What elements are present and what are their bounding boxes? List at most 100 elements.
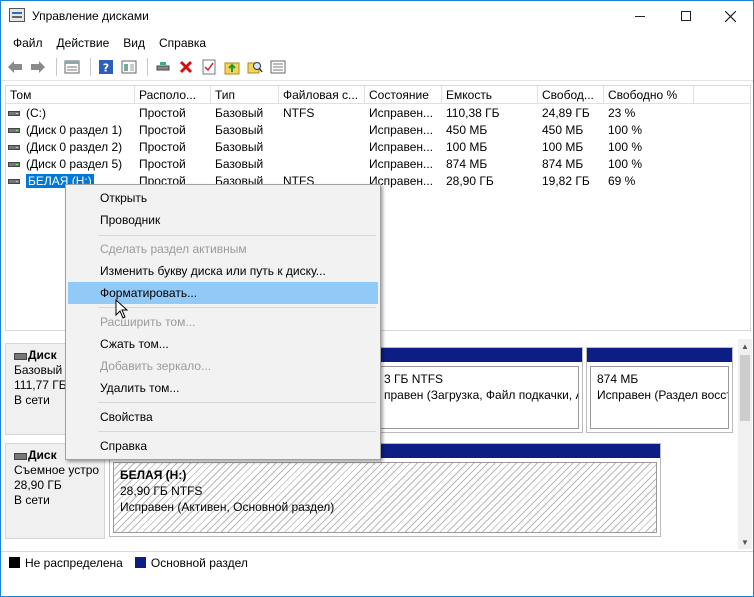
menu-item-open[interactable]: Открыть	[68, 187, 378, 209]
menu-view[interactable]: Вид	[116, 34, 152, 52]
menu-separator	[98, 307, 376, 308]
cell-status: Исправен...	[369, 140, 434, 154]
list-button[interactable]	[268, 57, 288, 77]
disk-1-size: 28,90 ГБ	[14, 478, 62, 492]
forward-button[interactable]	[28, 57, 48, 77]
view-button[interactable]	[119, 57, 139, 77]
column-header-status[interactable]: Состояние	[365, 86, 442, 104]
volume-icon	[8, 111, 20, 116]
cell-free-percent: 100 %	[608, 140, 643, 154]
disk-0-partition-5[interactable]: 874 МБ Исправен (Раздел восст	[586, 347, 733, 433]
disk-management-window: Управление дисками Файл Действие Вид Спр…	[0, 0, 754, 597]
cell-filesystem: NTFS	[283, 106, 315, 120]
menu-item-properties[interactable]: Свойства	[68, 406, 378, 428]
cell-layout: Простой	[139, 123, 186, 137]
maximize-button[interactable]	[663, 1, 709, 31]
toolbar: ?	[1, 54, 753, 81]
cell-type: Базовый	[215, 106, 264, 120]
partition-header-bar	[587, 348, 732, 362]
menu-file[interactable]: Файл	[6, 34, 50, 52]
legend-unallocated: Не распределена	[25, 555, 123, 570]
checklist-icon	[202, 59, 216, 75]
forward-arrow-icon	[31, 61, 45, 73]
cell-filesystem	[279, 122, 365, 139]
cell-type: Базовый	[215, 157, 264, 171]
column-header-type[interactable]: Тип	[211, 86, 279, 104]
column-header-layout[interactable]: Располо...	[135, 86, 211, 104]
volume-context-menu: Открыть Проводник Сделать раздел активны…	[65, 184, 381, 460]
cell-type: Базовый	[215, 123, 264, 137]
checklist-button[interactable]	[199, 57, 219, 77]
volume-icon	[8, 145, 20, 150]
menu-separator	[98, 402, 376, 403]
help-button[interactable]: ?	[96, 57, 116, 77]
scroll-down-button[interactable]: ▼	[738, 535, 752, 549]
title-bar: Управление дисками	[1, 1, 753, 31]
chevron-up-icon: ▲	[741, 341, 749, 351]
menu-action[interactable]: Действие	[50, 34, 117, 52]
volume-list-header: Том Располо... Тип Файловая с... Состоян…	[6, 86, 750, 104]
back-button[interactable]	[5, 57, 25, 77]
column-header-filesystem[interactable]: Файловая с...	[279, 86, 365, 104]
cell-free: 874 МБ	[542, 157, 584, 171]
list-icon	[270, 60, 286, 74]
partition-size: 3 ГБ NTFS	[384, 372, 444, 386]
minimize-button[interactable]	[617, 1, 663, 31]
table-row[interactable]: (Диск 0 раздел 2) Простой Базовый Исправ…	[6, 139, 750, 156]
column-header-volume[interactable]: Том	[6, 86, 135, 104]
cell-capacity: 110,38 ГБ	[446, 106, 500, 120]
partition-status: Исправен (Активен, Основной раздел)	[120, 500, 335, 514]
cell-capacity: 450 МБ	[446, 123, 488, 137]
column-header-capacity[interactable]: Емкость	[442, 86, 538, 104]
menu-separator	[98, 431, 376, 432]
cell-free-percent: 69 %	[608, 174, 636, 188]
cell-layout: Простой	[139, 140, 186, 154]
legend-primary-partition: Основной раздел	[150, 555, 248, 570]
menu-item-explorer[interactable]: Проводник	[68, 209, 378, 231]
menu-help[interactable]: Справка	[152, 34, 213, 52]
properties-button[interactable]	[62, 57, 82, 77]
partition-details-selected: БЕЛАЯ (H:) 28,90 ГБ NTFS Исправен (Актив…	[113, 462, 657, 533]
close-button[interactable]	[707, 1, 753, 31]
unallocated-swatch	[9, 557, 20, 568]
cell-volume: (Диск 0 раздел 1)	[26, 123, 123, 137]
partition-status: Исправен (Раздел восст	[597, 388, 729, 402]
cell-volume: (Диск 0 раздел 2)	[26, 140, 123, 154]
toolbar-separator	[90, 58, 91, 76]
cell-status: Исправен...	[369, 106, 434, 120]
disk-management-icon	[9, 8, 25, 22]
cell-free: 450 МБ	[542, 123, 584, 137]
connect-icon	[156, 62, 170, 71]
view-icon	[121, 60, 137, 74]
cell-type: Базовый	[215, 140, 264, 154]
column-header-free-percent[interactable]: Свободно %	[604, 86, 694, 104]
connect-button[interactable]	[153, 57, 173, 77]
cell-free: 100 МБ	[542, 140, 584, 154]
menu-item-delete-volume[interactable]: Удалить том...	[68, 377, 378, 399]
delete-button[interactable]	[176, 57, 196, 77]
primary-partition-swatch	[134, 557, 146, 568]
scroll-up-button[interactable]: ▲	[738, 339, 752, 353]
toolbar-separator	[56, 58, 57, 76]
cell-free-percent: 23 %	[608, 106, 636, 120]
menu-item-change-drive-letter[interactable]: Изменить букву диска или путь к диску...	[68, 260, 378, 282]
search-folder-button[interactable]	[245, 57, 265, 77]
table-row[interactable]: (Диск 0 раздел 5) Простой Базовый Исправ…	[6, 156, 750, 173]
column-header-free[interactable]: Свобод...	[538, 86, 604, 104]
table-row[interactable]: (C:) Простой Базовый NTFS Исправен... 11…	[6, 105, 750, 122]
cell-volume: (C:)	[26, 106, 46, 120]
svg-text:?: ?	[103, 62, 109, 75]
properties-icon	[64, 60, 80, 74]
minimize-icon	[635, 15, 645, 17]
menu-item-shrink-volume[interactable]: Сжать том...	[68, 333, 378, 355]
scrollbar-thumb[interactable]	[740, 355, 750, 421]
menu-item-help[interactable]: Справка	[68, 435, 378, 457]
cell-capacity: 28,90 ГБ	[446, 174, 494, 188]
cell-layout: Простой	[139, 157, 186, 171]
partition-status: правен (Загрузка, Файл подкачки, Авар	[384, 388, 578, 402]
cell-volume: (Диск 0 раздел 5)	[26, 157, 123, 171]
disk-pane-scrollbar[interactable]: ▲ ▼	[738, 339, 752, 549]
table-row[interactable]: (Диск 0 раздел 1) Простой Базовый Исправ…	[6, 122, 750, 139]
cell-layout: Простой	[139, 106, 186, 120]
up-folder-button[interactable]	[222, 57, 242, 77]
